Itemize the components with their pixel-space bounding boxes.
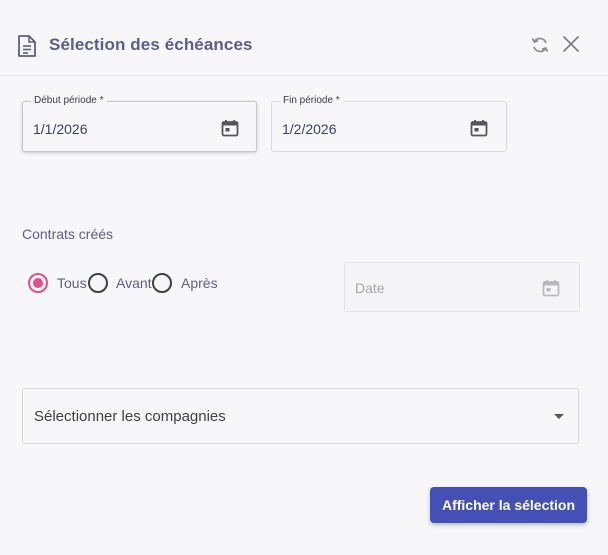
show-selection-button[interactable]: Afficher la sélection xyxy=(430,487,587,523)
radio-circle-checked[interactable] xyxy=(28,273,48,293)
companies-select[interactable]: Sélectionner les compagnies xyxy=(22,388,579,444)
radio-label-apres: Après xyxy=(181,275,218,291)
start-date-field[interactable]: Début période * 1/1/2026 xyxy=(22,95,257,152)
radio-tous[interactable]: Tous xyxy=(28,272,87,294)
companies-select-placeholder: Sélectionner les compagnies xyxy=(34,408,226,425)
contracts-label: Contrats créés xyxy=(22,226,114,242)
refresh-icon[interactable] xyxy=(530,35,550,55)
start-date-value[interactable]: 1/1/2026 xyxy=(33,121,88,137)
dialog-title: Sélection des échéances xyxy=(49,35,253,54)
radio-apres[interactable]: Après xyxy=(152,272,218,294)
close-icon[interactable] xyxy=(562,35,580,53)
calendar-icon[interactable] xyxy=(470,119,488,137)
end-date-value[interactable]: 1/2/2026 xyxy=(282,121,337,137)
contract-date-field: Date xyxy=(344,262,580,312)
start-date-label: Début période * xyxy=(31,95,107,107)
contract-date-placeholder: Date xyxy=(355,280,385,296)
radio-circle[interactable] xyxy=(152,273,172,293)
radio-label-avant: Avant xyxy=(116,275,152,291)
end-date-field[interactable]: Fin période * 1/2/2026 xyxy=(271,95,507,152)
calendar-icon xyxy=(542,280,560,297)
end-date-label: Fin période * xyxy=(280,95,343,107)
radio-circle[interactable] xyxy=(88,273,108,293)
radio-avant[interactable]: Avant xyxy=(88,272,152,294)
calendar-icon[interactable] xyxy=(221,119,239,137)
dialog-header: Sélection des échéances xyxy=(0,0,608,76)
radio-label-tous: Tous xyxy=(57,275,87,291)
chevron-down-icon[interactable] xyxy=(554,414,564,419)
document-icon xyxy=(18,35,36,57)
